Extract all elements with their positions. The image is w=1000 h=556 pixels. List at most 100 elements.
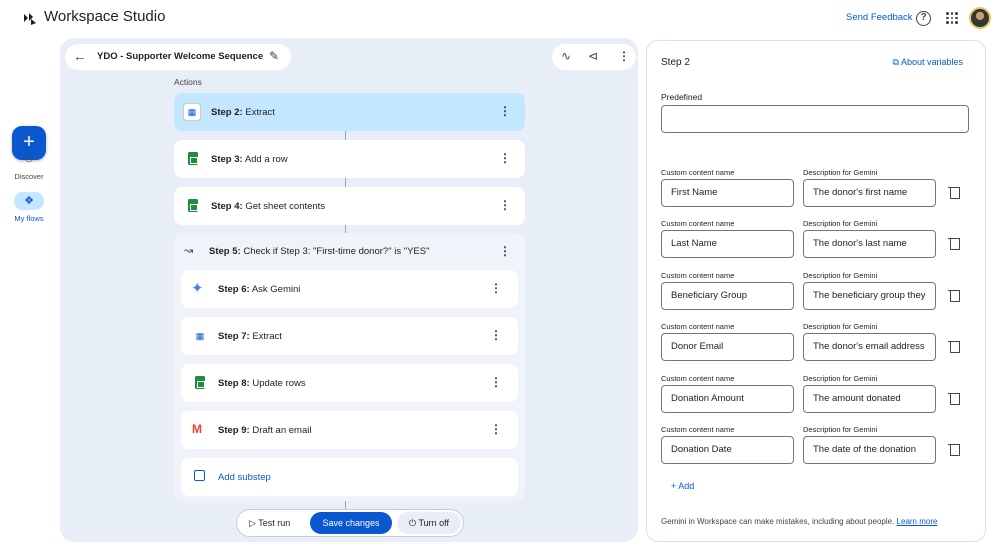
more-vert-icon[interactable]: ⋮ xyxy=(490,328,502,342)
step-card-9[interactable]: M Step 9: Draft an email ⋮ xyxy=(181,411,518,449)
delete-icon[interactable] xyxy=(948,392,960,405)
flow-title-bar: ← YDO - Supporter Welcome Sequence ✎ xyxy=(65,44,291,70)
more-vert-icon[interactable]: ⋮ xyxy=(490,281,502,295)
predefined-field[interactable] xyxy=(661,105,969,133)
description-label: Description for Gemini xyxy=(803,374,878,383)
play-circle-icon: ▷ xyxy=(249,518,256,528)
description-input[interactable]: The donor's last name xyxy=(803,230,936,258)
add-substep-button[interactable]: Add substep xyxy=(181,458,518,496)
turn-off-button[interactable]: ⏻ Turn off xyxy=(397,512,461,534)
description-label: Description for Gemini xyxy=(803,219,878,228)
step-card-6[interactable]: ✦ Step 6: Ask Gemini ⋮ xyxy=(181,270,518,308)
step-label: Step 5: Check if Step 3: "First-time don… xyxy=(209,246,430,257)
step-card-4[interactable]: Step 4: Get sheet contents ⋮ xyxy=(174,187,525,225)
custom-content-name-input[interactable]: Donation Amount xyxy=(661,385,794,413)
more-vert-icon[interactable]: ⋮ xyxy=(499,151,511,165)
open-external-icon: ⧉ xyxy=(892,57,899,67)
custom-content-name-label: Custom content name xyxy=(661,271,735,280)
connector-line xyxy=(345,178,346,187)
connector-line xyxy=(345,501,346,509)
custom-content-name-label: Custom content name xyxy=(661,168,735,177)
send-feedback-link[interactable]: Send Feedback xyxy=(846,12,913,23)
add-variable-button[interactable]: + Add xyxy=(671,481,694,491)
custom-content-name-label: Custom content name xyxy=(661,322,735,331)
more-vert-icon[interactable]: ⋮ xyxy=(499,104,511,118)
step-label: Step 3: Add a row xyxy=(211,154,288,165)
left-nav: + ☉ Discover ❖ My flows xyxy=(0,38,58,556)
compass-icon: ☉ xyxy=(24,153,34,165)
description-input[interactable]: The date of the donation xyxy=(803,436,936,464)
custom-content-name-label: Custom content name xyxy=(661,219,735,228)
more-vert-icon[interactable]: ⋮ xyxy=(490,375,502,389)
activity-icon[interactable]: ∿ xyxy=(561,49,571,63)
add-substep-icon xyxy=(194,470,205,481)
more-vert-icon[interactable]: ⋮ xyxy=(499,244,511,258)
save-changes-button[interactable]: Save changes xyxy=(310,512,392,534)
back-arrow-icon[interactable]: ← xyxy=(73,48,87,64)
nav-item-my-flows[interactable]: ❖ My flows xyxy=(0,192,58,223)
description-input[interactable]: The amount donated xyxy=(803,385,936,413)
description-label: Description for Gemini xyxy=(803,168,878,177)
sheets-icon xyxy=(195,376,205,389)
about-variables-link[interactable]: ⧉ About variables xyxy=(893,57,964,68)
predefined-label: Predefined xyxy=(661,92,703,102)
description-input[interactable]: The beneficiary group they xyxy=(803,282,936,310)
share-icon[interactable]: ⊲ xyxy=(588,49,598,63)
flows-icon: ❖ xyxy=(14,192,44,210)
bottom-action-bar: ▷ Test run Save changes ⏻ Turn off xyxy=(236,509,464,537)
description-label: Description for Gemini xyxy=(803,425,878,434)
extract-icon: ▦ xyxy=(191,327,209,345)
add-substep-label: Add substep xyxy=(218,472,271,483)
step-card-8[interactable]: Step 8: Update rows ⋮ xyxy=(181,364,518,402)
flow-tools: ∿ ⊲ ⋮ xyxy=(552,44,636,70)
custom-content-name-input[interactable]: First Name xyxy=(661,179,794,207)
step-label: Step 6: Ask Gemini xyxy=(218,284,301,295)
nav-label-my-flows: My flows xyxy=(14,214,44,223)
more-vert-icon[interactable]: ⋮ xyxy=(499,198,511,212)
custom-content-name-input[interactable]: Last Name xyxy=(661,230,794,258)
delete-icon[interactable] xyxy=(948,237,960,250)
gemini-disclaimer: Gemini in Workspace can make mistakes, i… xyxy=(661,517,938,526)
step-label: Step 4: Get sheet contents xyxy=(211,201,326,212)
delete-icon[interactable] xyxy=(948,443,960,456)
description-input[interactable]: The donor's first name xyxy=(803,179,936,207)
step-card-2[interactable]: ▦ Step 2: Extract ⋮ xyxy=(174,93,525,131)
sheets-icon xyxy=(188,199,198,212)
variable-row: Custom content name Description for Gemi… xyxy=(661,374,981,424)
app-title: Workspace Studio xyxy=(44,8,166,25)
top-bar: Workspace Studio Send Feedback ? xyxy=(0,0,1000,38)
sheets-icon xyxy=(188,152,198,165)
custom-content-name-input[interactable]: Beneficiary Group xyxy=(661,282,794,310)
step-label: Step 8: Update rows xyxy=(218,378,306,389)
actions-label: Actions xyxy=(174,77,202,87)
connector-line xyxy=(345,224,346,233)
edit-pencil-icon[interactable]: ✎ xyxy=(269,49,279,63)
more-vert-icon[interactable]: ⋮ xyxy=(490,422,502,436)
variable-row: Custom content name Description for Gemi… xyxy=(661,271,981,321)
custom-content-name-input[interactable]: Donation Date xyxy=(661,436,794,464)
extract-icon: ▦ xyxy=(183,103,201,121)
avatar[interactable] xyxy=(969,7,991,29)
learn-more-link[interactable]: Learn more xyxy=(897,517,938,526)
studio-logo-icon xyxy=(24,13,36,25)
help-icon[interactable]: ? xyxy=(916,11,931,26)
step-label: Step 7: Extract xyxy=(218,331,282,342)
delete-icon[interactable] xyxy=(948,186,960,199)
more-vert-icon[interactable]: ⋮ xyxy=(618,49,630,63)
description-label: Description for Gemini xyxy=(803,271,878,280)
step-details-panel: Step 2 ⧉ About variables Predefined Cust… xyxy=(646,40,986,542)
step-card-5[interactable]: ↝ Step 5: Check if Step 3: "First-time d… xyxy=(174,233,525,269)
power-icon: ⏻ xyxy=(409,518,417,528)
step-card-3[interactable]: Step 3: Add a row ⋮ xyxy=(174,140,525,178)
test-run-button[interactable]: ▷ Test run xyxy=(249,518,290,529)
gemini-sparkle-icon: ✦ xyxy=(191,280,204,297)
gmail-icon: M xyxy=(192,422,202,436)
delete-icon[interactable] xyxy=(948,289,960,302)
step-card-7[interactable]: ▦ Step 7: Extract ⋮ xyxy=(181,317,518,355)
description-input[interactable]: The donor's email address xyxy=(803,333,936,361)
apps-grid-icon[interactable] xyxy=(946,12,958,24)
nav-item-discover[interactable]: ☉ Discover xyxy=(0,150,58,181)
variable-row: Custom content name Description for Gemi… xyxy=(661,219,981,269)
custom-content-name-input[interactable]: Donor Email xyxy=(661,333,794,361)
delete-icon[interactable] xyxy=(948,340,960,353)
